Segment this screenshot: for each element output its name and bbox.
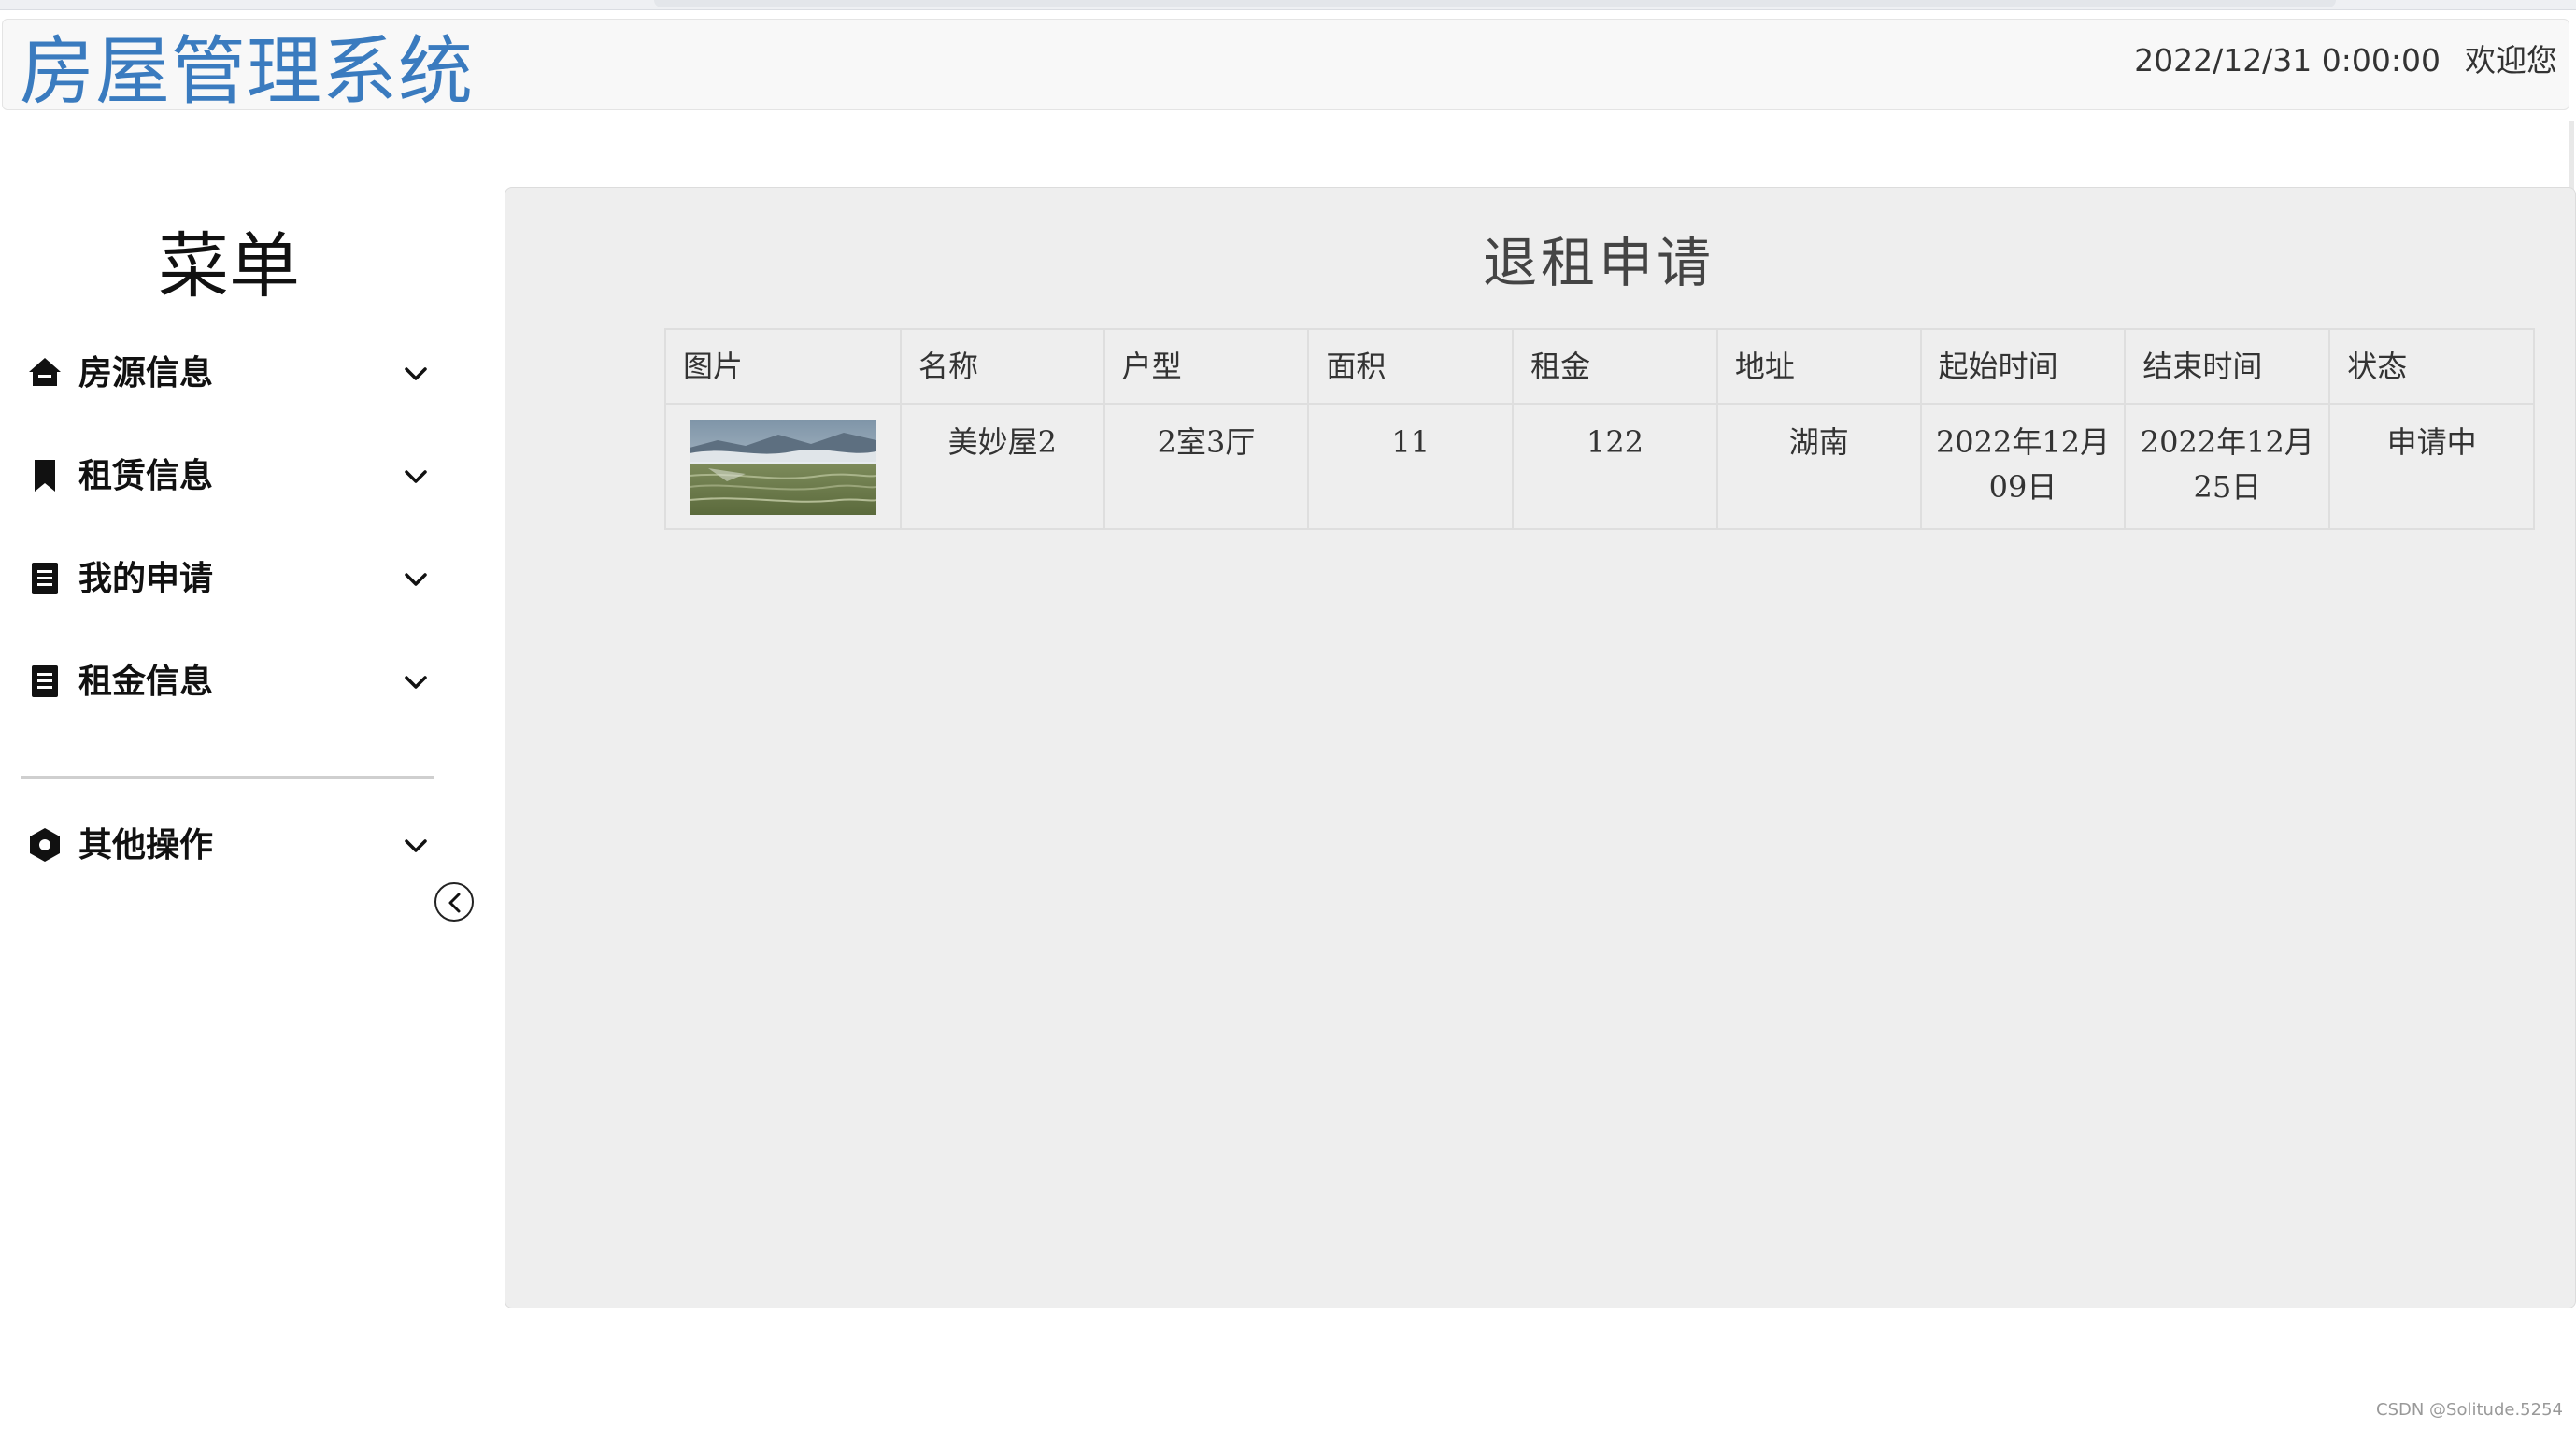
sidebar-item-label: 租金信息 bbox=[78, 663, 214, 701]
cell-image bbox=[664, 403, 902, 530]
column-header-name: 名称 bbox=[899, 328, 1105, 405]
document-icon bbox=[32, 665, 58, 697]
table-header-row: 图片 名称 户型 面积 租金 地址 起始时间 结束时间 状态 bbox=[664, 328, 2535, 405]
column-header-end-time: 结束时间 bbox=[2124, 328, 2331, 405]
watermark-text: CSDN @Solitude.5254 bbox=[2376, 1400, 2563, 1420]
main-content-panel: 退租申请 图片 名称 户型 面积 租金 地址 起始时间 结束时间 状态 美妙屋2… bbox=[505, 187, 2576, 1308]
chevron-down-icon bbox=[405, 676, 427, 689]
home-icon bbox=[29, 358, 61, 386]
cell-area: 11 bbox=[1307, 403, 1515, 530]
cell-address: 湖南 bbox=[1715, 403, 1922, 530]
page-title: 退租申请 bbox=[1482, 231, 1715, 294]
table-row: 美妙屋2 2室3厅 11 122 湖南 2022年12月09日 2022年12月… bbox=[664, 403, 2535, 530]
cell-status: 申请中 bbox=[2328, 403, 2535, 530]
app-header: 房屋管理系统 2022/12/31 0:00:00 欢迎您 bbox=[2, 19, 2569, 115]
column-header-status: 状态 bbox=[2328, 328, 2535, 405]
sidebar-item-rent-info[interactable]: 租金信息 bbox=[22, 650, 443, 715]
hexagon-icon bbox=[30, 828, 60, 862]
header-right: 2022/12/31 0:00:00 欢迎您 bbox=[2134, 40, 2557, 81]
sidebar-item-lease-info[interactable]: 租赁信息 bbox=[22, 444, 443, 509]
column-header-image: 图片 bbox=[664, 328, 902, 405]
sidebar-item-other-actions[interactable]: 其他操作 bbox=[22, 813, 443, 879]
chevron-down-icon bbox=[405, 839, 427, 852]
sidebar-item-label: 其他操作 bbox=[78, 826, 214, 865]
app-brand-title[interactable]: 房屋管理系统 bbox=[20, 27, 474, 117]
cell-layout: 2室3厅 bbox=[1103, 403, 1310, 530]
document-icon bbox=[32, 563, 58, 594]
sidebar-item-label: 租赁信息 bbox=[78, 457, 214, 495]
column-header-start-time: 起始时间 bbox=[1919, 328, 2127, 405]
chevron-down-icon bbox=[405, 367, 427, 380]
cell-end-time: 2022年12月25日 bbox=[2124, 403, 2331, 530]
sidebar-collapse-button[interactable] bbox=[434, 882, 474, 922]
column-header-layout: 户型 bbox=[1103, 328, 1310, 405]
column-header-rent: 租金 bbox=[1512, 328, 1718, 405]
sidebar-item-label: 我的申请 bbox=[78, 560, 214, 598]
bookmark-icon bbox=[35, 460, 55, 492]
browser-address-bar-edge bbox=[654, 0, 2336, 7]
column-header-address: 地址 bbox=[1715, 328, 1922, 405]
chevron-left-icon bbox=[448, 893, 461, 913]
sidebar-item-house-info[interactable]: 房源信息 bbox=[22, 341, 443, 407]
browser-top-strip bbox=[0, 0, 2576, 10]
column-header-area: 面积 bbox=[1307, 328, 1515, 405]
sidebar-divider bbox=[21, 776, 434, 779]
sidebar-item-my-applications[interactable]: 我的申请 bbox=[22, 547, 443, 612]
landscape-thumbnail[interactable] bbox=[689, 420, 876, 515]
sidebar-item-label: 房源信息 bbox=[78, 354, 214, 393]
cell-rent: 122 bbox=[1512, 403, 1718, 530]
chevron-down-icon bbox=[405, 573, 427, 586]
move-out-application-table: 图片 名称 户型 面积 租金 地址 起始时间 结束时间 状态 美妙屋2 2室3厅… bbox=[664, 328, 2535, 530]
header-datetime: 2022/12/31 0:00:00 bbox=[2134, 42, 2441, 79]
menu-title: 菜单 bbox=[158, 224, 300, 307]
cell-start-time: 2022年12月09日 bbox=[1919, 403, 2127, 530]
cell-name: 美妙屋2 bbox=[899, 403, 1105, 530]
welcome-text: 欢迎您 bbox=[2465, 42, 2557, 79]
chevron-down-icon bbox=[405, 470, 427, 483]
